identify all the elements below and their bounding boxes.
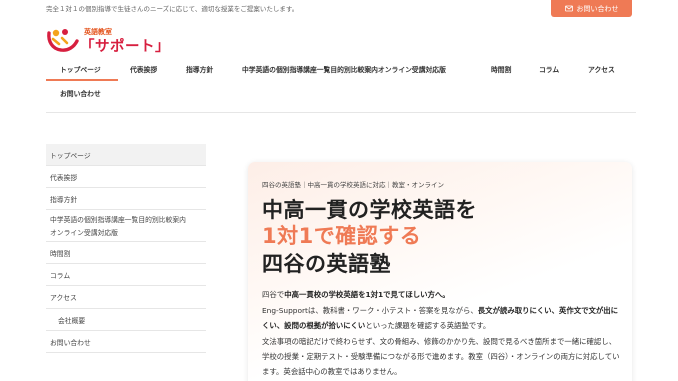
hero-paragraph-2: Eng-Supportは、教科書・ワーク・小テスト・答案を見ながら、長文が読み取…: [262, 303, 622, 333]
sidebar-item-greeting[interactable]: 代表挨拶: [46, 166, 206, 188]
sidebar-item-courses[interactable]: 中学英語の個別指導講座一覧目的別比較案内 オンライン受講対応版: [46, 210, 206, 242]
sidebar-item-label: 中学英語の個別指導講座一覧目的別比較案内: [50, 216, 186, 224]
nav-item-column[interactable]: コラム: [539, 64, 559, 74]
sidebar-item-policy[interactable]: 指導方針: [46, 188, 206, 210]
sidebar: トップページ 代表挨拶 指導方針 中学英語の個別指導講座一覧目的別比較案内 オン…: [46, 144, 206, 353]
hero-p1-lead: 四谷で: [262, 290, 285, 299]
logo-title: 「サポート」: [80, 39, 170, 55]
sidebar-item-top[interactable]: トップページ: [46, 144, 206, 166]
nav-item-top[interactable]: トップページ: [60, 64, 101, 74]
nav-item-contact[interactable]: お問い合わせ: [60, 88, 101, 98]
hero-heading-line2: 1対1で確認する: [262, 224, 422, 248]
nav-item-access[interactable]: アクセス: [588, 64, 615, 74]
sidebar-item-contact[interactable]: お問い合わせ: [46, 331, 206, 353]
main-nav: トップページ 代表挨拶 指導方針 中学英語の個別指導講座一覧目的別比較案内オンラ…: [46, 57, 636, 113]
nav-item-courses[interactable]: 中学英語の個別指導講座一覧目的別比較案内オンライン受講対応版: [242, 64, 446, 74]
logo-mark-icon: [47, 29, 79, 52]
hero-card: 四谷の英語塾｜中高一貫の学校英語に対応｜教室・オンライン 中高一貫の学校英語を …: [248, 162, 632, 381]
sidebar-item-label: コラム: [50, 271, 71, 280]
nav-item-policy[interactable]: 指導方針: [186, 64, 213, 74]
top-bar: 完全１対１の個別指導で生徒さんのニーズに応じて、適切な授業をご提案いたします。 …: [0, 0, 678, 17]
nav-item-schedule[interactable]: 時間割: [491, 64, 511, 74]
hero-p1-bold: 中高一貫校の学校英語を1対1で見てほしい方へ。: [284, 290, 450, 299]
hero-paragraph-1: 四谷で中高一貫校の学校英語を1対1で見てほしい方へ。: [262, 287, 622, 302]
sidebar-item-label-line2: オンライン受講対応版: [50, 229, 118, 237]
hero-heading-line3: 四谷の英語塾: [262, 252, 391, 276]
sidebar-item-label: お問い合わせ: [50, 338, 91, 347]
sidebar-item-access[interactable]: アクセス: [46, 286, 206, 309]
sidebar-item-label: 指導方針: [50, 195, 78, 204]
nav-active-indicator: [46, 79, 118, 81]
hero-p2-lead: Eng-Supportは、教科書・ワーク・小テスト・答案を見ながら、: [262, 306, 478, 315]
sidebar-item-label: アクセス: [50, 294, 77, 302]
sidebar-item-schedule[interactable]: 時間割: [46, 242, 206, 264]
contact-button-label: お問い合わせ: [576, 4, 619, 13]
sidebar-item-label: 会社概要: [58, 316, 86, 325]
sidebar-item-column[interactable]: コラム: [46, 264, 206, 286]
hero-p2-tail: といった課題を確認する英語塾です。: [365, 321, 491, 330]
mail-icon: [564, 5, 573, 12]
hero-tagline: 四谷の英語塾｜中高一貫の学校英語に対応｜教室・オンライン: [262, 181, 444, 189]
sidebar-item-label: 時間割: [50, 249, 71, 258]
sidebar-item-label: トップページ: [50, 151, 91, 160]
contact-button[interactable]: お問い合わせ: [551, 0, 632, 17]
top-tagline: 完全１対１の個別指導で生徒さんのニーズに応じて、適切な授業をご提案いたします。: [46, 5, 299, 13]
sidebar-item-company[interactable]: 会社概要: [46, 309, 206, 331]
sidebar-item-label: 代表挨拶: [50, 173, 78, 182]
hero-paragraph-3: 文法事項の暗記だけで終わらせず、文の骨組み、修飾のかかり先、設問で見るべき箇所ま…: [262, 337, 620, 376]
nav-item-greeting[interactable]: 代表挨拶: [130, 64, 157, 74]
